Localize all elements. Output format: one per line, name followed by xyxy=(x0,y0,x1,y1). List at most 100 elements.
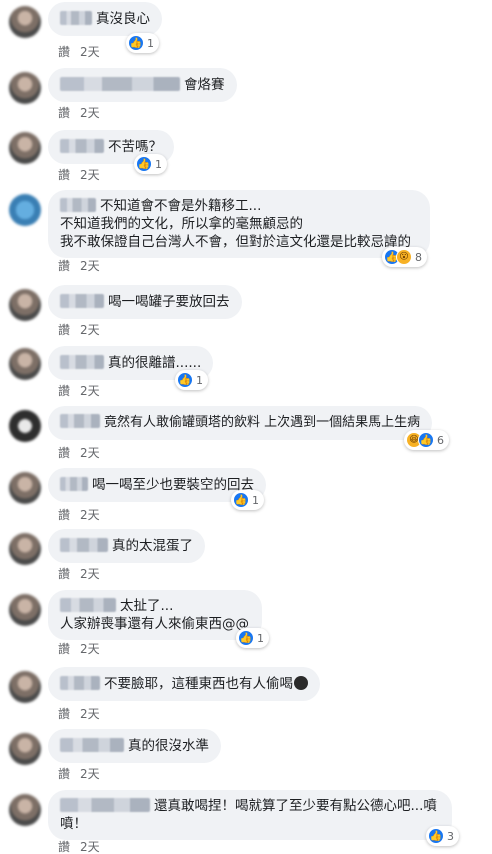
avatar[interactable] xyxy=(9,533,41,565)
comment-bubble: 不要臉耶，這種東西也有人偷喝 xyxy=(48,667,320,701)
avatar[interactable] xyxy=(9,410,41,442)
thumbs-up-icon: 👍 xyxy=(128,35,144,51)
reaction-count: 1 xyxy=(196,373,203,387)
like-link[interactable]: 讚 xyxy=(58,106,70,120)
like-link[interactable]: 讚 xyxy=(58,840,70,854)
dark-emoji-icon xyxy=(294,676,308,690)
commenter-name-blurred[interactable] xyxy=(60,798,150,812)
comment-meta: 讚 2天 xyxy=(58,321,110,338)
comment-text: 真的太混蛋了 xyxy=(112,538,193,554)
comment-bubble: 會烙賽 xyxy=(48,68,237,102)
comment-meta: 讚 2天 xyxy=(58,705,110,722)
commenter-name-blurred[interactable] xyxy=(60,198,96,212)
avatar[interactable] xyxy=(9,794,41,826)
like-link[interactable]: 讚 xyxy=(58,259,70,273)
timestamp[interactable]: 2天 xyxy=(80,259,100,273)
avatar[interactable] xyxy=(9,194,41,226)
avatar[interactable] xyxy=(9,6,41,38)
avatar[interactable] xyxy=(9,472,41,504)
timestamp[interactable]: 2天 xyxy=(80,323,100,337)
comment-line-1: 還真敢喝捏！喝就算了至少要有點公德心吧...噴 xyxy=(154,798,437,814)
reaction-summary[interactable]: 👍 1 xyxy=(175,370,208,390)
reaction-summary[interactable]: 👍 1 xyxy=(134,154,167,174)
like-link[interactable]: 讚 xyxy=(58,767,70,781)
timestamp[interactable]: 2天 xyxy=(80,642,100,656)
thumbs-up-icon: 👍 xyxy=(233,492,249,508)
comment-text: 真的很離譜...... xyxy=(108,355,202,371)
avatar[interactable] xyxy=(9,289,41,321)
commenter-name-blurred[interactable] xyxy=(60,598,116,612)
reaction-count: 1 xyxy=(155,157,162,171)
reaction-count: 8 xyxy=(415,250,422,264)
avatar[interactable] xyxy=(9,348,41,380)
commenter-name-blurred[interactable] xyxy=(60,294,104,308)
comment-meta: 讚 2天 xyxy=(58,640,110,657)
comment-bubble: 竟然有人敢偷罐頭塔的飲料 上次遇到一個結果馬上生病 xyxy=(48,406,433,440)
like-link[interactable]: 讚 xyxy=(58,567,70,581)
comment-text: 喝一喝罐子要放回去 xyxy=(108,294,230,310)
timestamp[interactable]: 2天 xyxy=(80,168,100,182)
commenter-name-blurred[interactable] xyxy=(60,738,124,752)
comment-line-2: 不知道我們的文化，所以拿的毫無顧忌的 xyxy=(60,216,303,232)
thumbs-up-icon: 👍 xyxy=(428,828,444,844)
comment-bubble: 太扯了... 人家辦喪事還有人來偷東西@@ xyxy=(48,590,262,640)
reaction-summary[interactable]: 👍 1 xyxy=(236,628,269,648)
commenter-name-blurred[interactable] xyxy=(60,414,100,428)
thumbs-up-icon: 👍 xyxy=(238,630,254,646)
timestamp[interactable]: 2天 xyxy=(80,707,100,721)
comment-text: 不苦嗎？ xyxy=(108,139,162,155)
reaction-summary[interactable]: 😆 👍 6 xyxy=(404,430,449,450)
comment-text: 竟然有人敢偷罐頭塔的飲料 上次遇到一個結果馬上生病 xyxy=(104,415,421,430)
comment-meta: 讚 2天 xyxy=(58,382,110,399)
comment-line-2: 噴！ xyxy=(60,816,87,832)
timestamp[interactable]: 2天 xyxy=(80,840,100,854)
avatar[interactable] xyxy=(9,671,41,703)
like-link[interactable]: 讚 xyxy=(58,168,70,182)
avatar[interactable] xyxy=(9,72,41,104)
like-link[interactable]: 讚 xyxy=(58,446,70,460)
like-link[interactable]: 讚 xyxy=(58,508,70,522)
thumbs-up-icon: 👍 xyxy=(177,372,193,388)
commenter-name-blurred[interactable] xyxy=(60,355,104,369)
comment-text: 真沒良心 xyxy=(96,11,150,27)
timestamp[interactable]: 2天 xyxy=(80,567,100,581)
commenter-name-blurred[interactable] xyxy=(60,11,92,25)
timestamp[interactable]: 2天 xyxy=(80,45,100,59)
commenter-name-blurred[interactable] xyxy=(60,139,104,153)
comment-line-1: 太扯了... xyxy=(120,598,174,614)
commenter-name-blurred[interactable] xyxy=(60,676,100,690)
commenter-name-blurred[interactable] xyxy=(60,538,108,552)
comment-meta: 讚 2天 xyxy=(58,257,110,274)
reaction-count: 6 xyxy=(437,433,444,447)
commenter-name-blurred[interactable] xyxy=(60,77,180,91)
comment-bubble: 喝一喝罐子要放回去 xyxy=(48,285,242,319)
avatar[interactable] xyxy=(9,132,41,164)
comment-bubble: 真的很沒水準 xyxy=(48,729,221,763)
like-link[interactable]: 讚 xyxy=(58,384,70,398)
reaction-summary[interactable]: 👍 1 xyxy=(231,490,264,510)
timestamp[interactable]: 2天 xyxy=(80,384,100,398)
reaction-summary[interactable]: 👍 3 xyxy=(426,826,459,846)
comment-bubble: 真的太混蛋了 xyxy=(48,529,205,563)
like-link[interactable]: 讚 xyxy=(58,707,70,721)
reaction-summary[interactable]: 👍 1 xyxy=(126,33,159,53)
comment-meta: 讚 2天 xyxy=(58,166,110,183)
reaction-count: 1 xyxy=(252,493,259,507)
comment-line-3: 我不敢保證自己台灣人不會，但對於這文化還是比較忌諱的 xyxy=(60,234,411,250)
timestamp[interactable]: 2天 xyxy=(80,446,100,460)
timestamp[interactable]: 2天 xyxy=(80,106,100,120)
avatar[interactable] xyxy=(9,594,41,626)
timestamp[interactable]: 2天 xyxy=(80,508,100,522)
like-link[interactable]: 讚 xyxy=(58,642,70,656)
commenter-name-blurred[interactable] xyxy=(60,477,88,491)
comment-text: 會烙賽 xyxy=(184,77,225,93)
comment-text: 真的很沒水準 xyxy=(128,738,209,754)
reaction-count: 1 xyxy=(147,36,154,50)
like-link[interactable]: 讚 xyxy=(58,323,70,337)
reaction-summary[interactable]: 👍 😮 8 xyxy=(382,247,427,267)
timestamp[interactable]: 2天 xyxy=(80,767,100,781)
like-link[interactable]: 讚 xyxy=(58,45,70,59)
comment-line-2: 人家辦喪事還有人來偷東西@@ xyxy=(60,616,249,632)
avatar[interactable] xyxy=(9,733,41,765)
thumbs-up-icon: 👍 xyxy=(418,432,434,448)
